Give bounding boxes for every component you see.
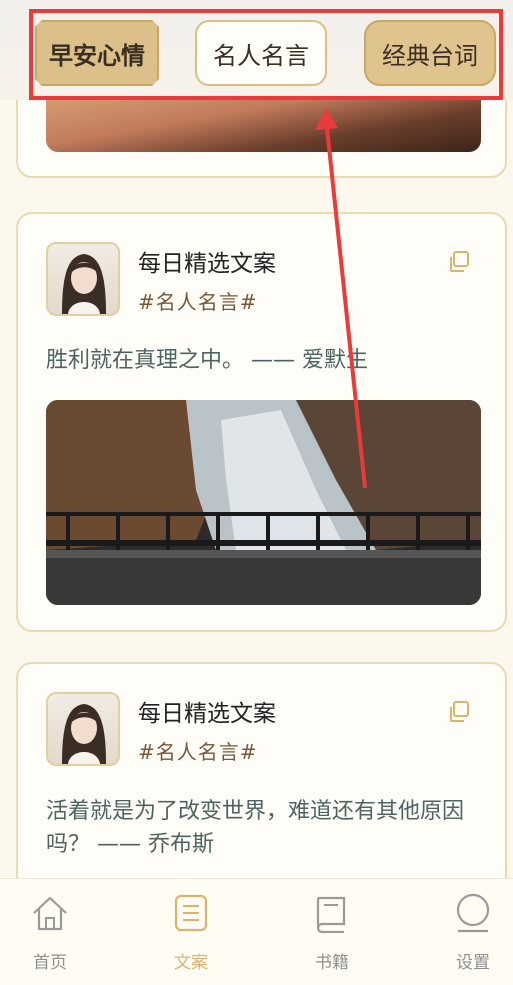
annotation-arrow <box>315 108 367 489</box>
nav-copywriting[interactable]: 文案 <box>141 879 241 985</box>
bottom-nav: 首页 文案 书籍 设置 <box>0 878 513 985</box>
nav-home-label: 首页 <box>33 953 67 973</box>
nav-settings[interactable]: 设置 <box>423 879 513 985</box>
nav-copywriting-label: 文案 <box>174 953 208 973</box>
book-icon <box>316 896 346 933</box>
nav-settings-label: 设置 <box>456 953 490 973</box>
post-title: 每日精选文案 <box>138 701 276 727</box>
avatar <box>46 692 120 766</box>
home-icon <box>33 896 67 931</box>
nav-books[interactable]: 书籍 <box>282 879 382 985</box>
post-quote: 活着就是为了改变世界，难道还有其他原因吗？ —— 乔布斯 <box>46 799 465 857</box>
nav-books-label: 书籍 <box>315 953 349 973</box>
nav-home[interactable]: 首页 <box>0 879 100 985</box>
document-icon <box>174 894 208 932</box>
post-tag[interactable]: #名人名言# <box>138 736 258 765</box>
user-icon <box>456 893 490 933</box>
copy-icon[interactable] <box>447 700 471 724</box>
